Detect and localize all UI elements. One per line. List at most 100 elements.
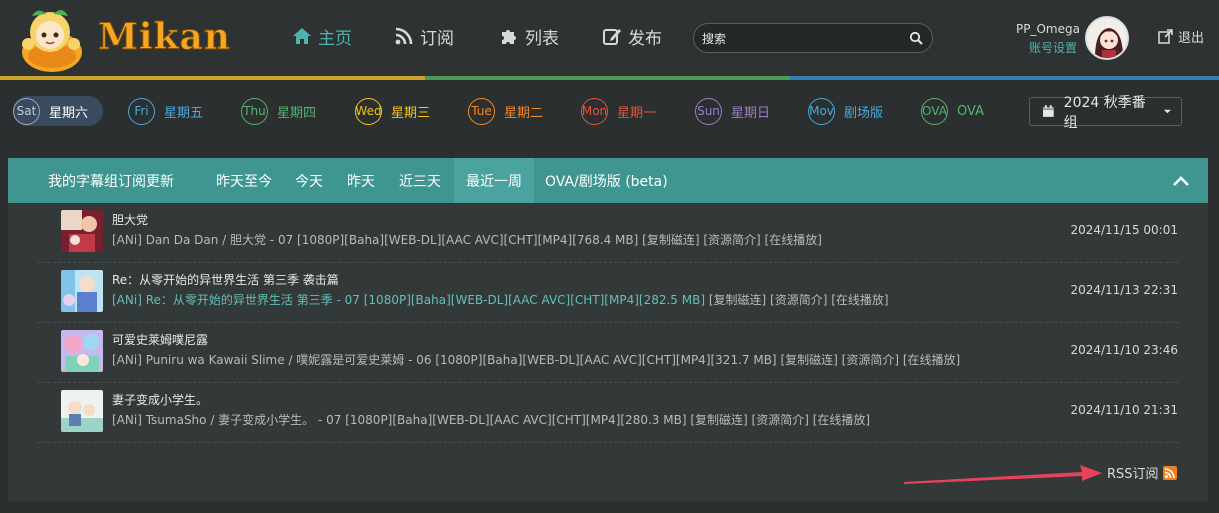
nav-publish-label: 发布 <box>628 28 662 49</box>
red-arrow-annotation <box>904 465 1102 484</box>
thumbnail-image <box>61 390 103 432</box>
top-navbar: Mikan 主页 订阅 列表 发布 PP_Omega 账号设置 退出 <box>0 0 1219 80</box>
release-name-link[interactable]: [ANi] Puniru wa Kawaii Slime / 噗妮露是可爱史莱姆… <box>112 353 777 367</box>
day-tab-thu[interactable]: Thu 星期四 <box>241 96 316 126</box>
rss-label: RSS订阅 <box>1107 467 1159 482</box>
play-online-link[interactable]: [在线播放] <box>813 413 870 427</box>
season-dropdown[interactable]: 2024 秋季番组 <box>1029 95 1182 131</box>
play-online-link[interactable]: [在线播放] <box>765 233 822 247</box>
anime-thumbnail[interactable] <box>61 390 103 432</box>
day-label-sat: 星期六 <box>49 105 89 121</box>
account-settings-link[interactable]: 账号设置 <box>1029 39 1077 56</box>
tab-ova-movie[interactable]: OVA/剧场版 (beta) <box>545 158 668 203</box>
anime-title-link[interactable]: Re：从零开始的异世界生活 第三季 袭击篇 <box>112 271 339 288</box>
day-badge-mon: Mon <box>581 97 608 125</box>
day-label-ova: OVA <box>957 103 984 119</box>
release-date: 2024/11/13 22:31 <box>1070 283 1178 297</box>
external-link-icon <box>1158 29 1173 44</box>
day-tab-ova[interactable]: OVA OVA <box>921 96 984 126</box>
anime-title-link[interactable]: 胆大党 <box>112 211 148 228</box>
nav-list-label: 列表 <box>525 28 559 49</box>
anime-thumbnail[interactable] <box>61 270 103 312</box>
resource-info-link[interactable]: [资源简介] <box>842 353 899 367</box>
tab-last-week[interactable]: 最近一周 <box>454 158 534 203</box>
calendar-icon <box>1042 105 1054 117</box>
chevron-up-icon[interactable] <box>1172 172 1190 190</box>
day-tab-sun[interactable]: Sun 星期日 <box>695 96 770 126</box>
anime-thumbnail[interactable] <box>61 210 103 252</box>
play-online-link[interactable]: [在线播放] <box>831 293 888 307</box>
anime-title-link[interactable]: 可爱史莱姆噗尼露 <box>112 331 208 348</box>
nav-subscribe-label: 订阅 <box>420 28 454 49</box>
day-tab-fri[interactable]: Fri 星期五 <box>128 96 203 126</box>
day-badge-wed: Wed <box>355 97 382 125</box>
username: PP_Omega <box>1016 22 1080 36</box>
day-tab-tue[interactable]: Tue 星期二 <box>468 96 543 126</box>
avatar[interactable] <box>1085 16 1129 60</box>
nav-list[interactable]: 列表 <box>499 0 559 72</box>
copy-magnet-link[interactable]: [复制磁连] <box>690 413 747 427</box>
search-input[interactable] <box>702 29 902 49</box>
update-row: Re：从零开始的异世界生活 第三季 袭击篇 [ANi] Re：从零开始的异世界生… <box>38 263 1178 323</box>
day-tab-mon[interactable]: Mon 星期一 <box>581 96 656 126</box>
release-date: 2024/11/15 00:01 <box>1070 223 1178 237</box>
anime-title-link[interactable]: 妻子变成小学生。 <box>112 391 208 408</box>
resource-info-link[interactable]: [资源简介] <box>703 233 760 247</box>
avatar-image <box>1087 18 1127 58</box>
puzzle-icon <box>502 30 516 44</box>
update-row: 妻子变成小学生。 [ANi] TsumaSho / 妻子变成小学生。 - 07 … <box>38 383 1178 443</box>
day-badge-tue: Tue <box>468 97 495 125</box>
tab-today[interactable]: 今天 <box>295 158 323 203</box>
day-label-sun: 星期日 <box>731 105 771 121</box>
release-name-link[interactable]: [ANi] Re：从零开始的异世界生活 第三季 - 07 [1080P][Bah… <box>112 293 705 307</box>
nav-subscribe[interactable]: 订阅 <box>394 0 454 72</box>
release-date: 2024/11/10 23:46 <box>1070 343 1178 357</box>
release-detail: [ANi] Dan Da Dan / 胆大党 - 07 [1080P][Baha… <box>112 231 822 248</box>
resource-info-link[interactable]: [资源简介] <box>770 293 827 307</box>
nav-publish[interactable]: 发布 <box>602 0 662 72</box>
thumbnail-image <box>61 270 103 312</box>
thumbnail-image <box>61 210 103 252</box>
release-name-link[interactable]: [ANi] TsumaSho / 妻子变成小学生。 - 07 [1080P][B… <box>112 413 687 427</box>
day-label-fri: 星期五 <box>164 105 204 121</box>
day-badge-ova: OVA <box>921 97 948 125</box>
thumbnail-image <box>61 330 103 372</box>
day-label-movie: 剧场版 <box>844 105 884 121</box>
nav-home-label: 主页 <box>318 28 352 49</box>
brand-name: Mikan <box>98 16 231 59</box>
panel-heading: 我的字幕组订阅更新 <box>48 173 174 190</box>
copy-magnet-link[interactable]: [复制磁连] <box>642 233 699 247</box>
caret-down-icon <box>1164 109 1172 114</box>
update-row: 胆大党 [ANi] Dan Da Dan / 胆大党 - 07 [1080P][… <box>38 203 1178 263</box>
day-label-wed: 星期三 <box>391 105 431 121</box>
copy-magnet-link[interactable]: [复制磁连] <box>780 353 837 367</box>
search-box <box>693 23 933 53</box>
play-online-link[interactable]: [在线播放] <box>903 353 960 367</box>
day-badge-sat: Sat <box>13 97 40 125</box>
anime-thumbnail[interactable] <box>61 330 103 372</box>
tab-last-three-days[interactable]: 近三天 <box>399 158 441 203</box>
day-label-mon: 星期一 <box>617 105 657 121</box>
resource-info-link[interactable]: [资源简介] <box>752 413 809 427</box>
day-tab-movie[interactable]: Mov 剧场版 <box>808 96 883 126</box>
tab-since-yesterday[interactable]: 昨天至今 <box>216 158 272 203</box>
day-label-thu: 星期四 <box>277 105 317 121</box>
day-badge-movie: Mov <box>808 97 835 125</box>
day-tab-sat[interactable]: Sat 星期六 <box>13 96 104 126</box>
release-detail: [ANi] TsumaSho / 妻子变成小学生。 - 07 [1080P][B… <box>112 411 870 428</box>
copy-magnet-link[interactable]: [复制磁连] <box>709 293 766 307</box>
release-detail: [ANi] Re：从零开始的异世界生活 第三季 - 07 [1080P][Bah… <box>112 291 889 308</box>
release-name-link[interactable]: [ANi] Dan Da Dan / 胆大党 - 07 [1080P][Baha… <box>112 233 638 247</box>
logout-label: 退出 <box>1178 31 1205 46</box>
rss-feed-icon <box>1162 465 1177 480</box>
day-label-tue: 星期二 <box>504 105 544 121</box>
search-icon[interactable] <box>909 31 923 45</box>
logout-button[interactable]: 退出 <box>1158 27 1204 46</box>
nav-home[interactable]: 主页 <box>292 0 352 72</box>
release-detail: [ANi] Puniru wa Kawaii Slime / 噗妮露是可爱史莱姆… <box>112 351 960 368</box>
tab-yesterday[interactable]: 昨天 <box>347 158 375 203</box>
day-tab-wed[interactable]: Wed 星期三 <box>355 96 430 126</box>
release-date: 2024/11/10 21:31 <box>1070 403 1178 417</box>
mikan-logo[interactable]: Mikan <box>10 2 230 76</box>
rss-subscribe-link[interactable]: RSS订阅 <box>1107 463 1177 482</box>
